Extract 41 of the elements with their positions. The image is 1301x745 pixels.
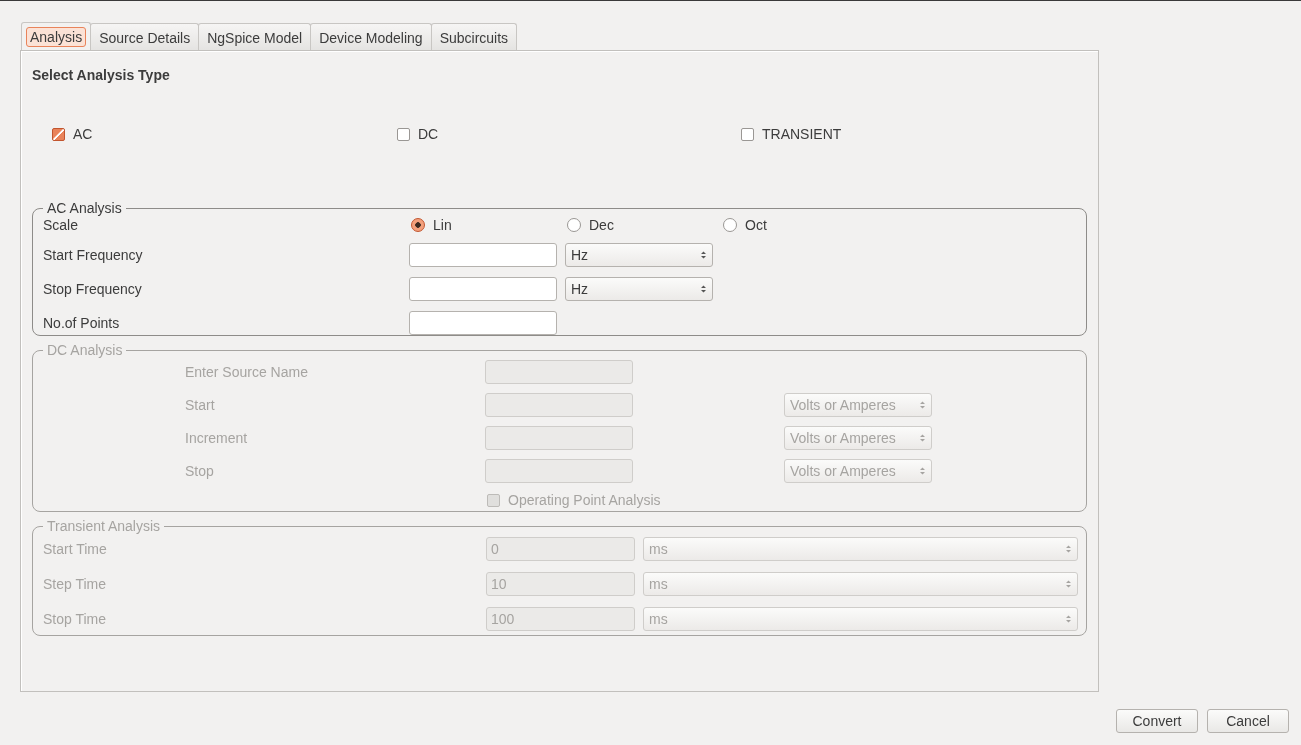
field-label: Start Time — [43, 541, 108, 557]
updown-arrow-icon — [919, 466, 926, 476]
updown-arrow-icon — [919, 400, 926, 410]
tab[interactable]: Source Details — [90, 23, 200, 51]
field-label: Stop Frequency — [43, 281, 143, 297]
field-label: No.of Points — [43, 315, 121, 331]
analysis-checkbox[interactable]: DC — [397, 124, 741, 144]
input-field[interactable] — [409, 277, 557, 301]
tab[interactable]: NgSpice Model — [198, 23, 312, 51]
unit-dropdown[interactable]: Hz — [565, 243, 713, 267]
radio-button[interactable]: Dec — [567, 218, 721, 232]
radio-button[interactable]: Oct — [723, 218, 1076, 232]
section-title: Select Analysis Type — [32, 67, 171, 84]
field-label: Stop Time — [43, 611, 108, 627]
field-label: Step Time — [43, 576, 108, 592]
updown-arrow-icon — [1065, 614, 1072, 624]
updown-arrow-icon — [700, 250, 707, 260]
field-label: Start — [185, 397, 216, 413]
input-field[interactable] — [409, 243, 557, 267]
analysis-checkbox[interactable]: AC — [52, 124, 397, 144]
field-label: Scale — [43, 217, 80, 233]
updown-arrow-icon — [700, 284, 707, 294]
group-title: AC Analysis — [46, 200, 123, 216]
tab[interactable]: Analysis — [21, 22, 92, 52]
group-title: DC Analysis — [46, 342, 124, 358]
updown-arrow-icon — [1065, 579, 1072, 589]
field-label: Increment — [185, 430, 249, 446]
radio-button[interactable]: Lin — [411, 218, 565, 232]
group-title: Transient Analysis — [46, 518, 162, 534]
input-field[interactable] — [409, 311, 557, 335]
field-label: Stop — [185, 463, 215, 479]
tab[interactable]: Device Modeling — [310, 23, 432, 51]
dialog-button[interactable]: Cancel — [1207, 709, 1289, 733]
dialog-button[interactable]: Convert — [1116, 709, 1198, 733]
updown-arrow-icon — [919, 433, 926, 443]
tab[interactable]: Subcircuits — [430, 23, 518, 51]
updown-arrow-icon — [1065, 544, 1072, 554]
field-label: Enter Source Name — [185, 364, 309, 380]
field-label: Start Frequency — [43, 247, 144, 263]
analysis-checkbox[interactable]: TRANSIENT — [741, 124, 1098, 144]
unit-dropdown[interactable]: Hz — [565, 277, 713, 301]
